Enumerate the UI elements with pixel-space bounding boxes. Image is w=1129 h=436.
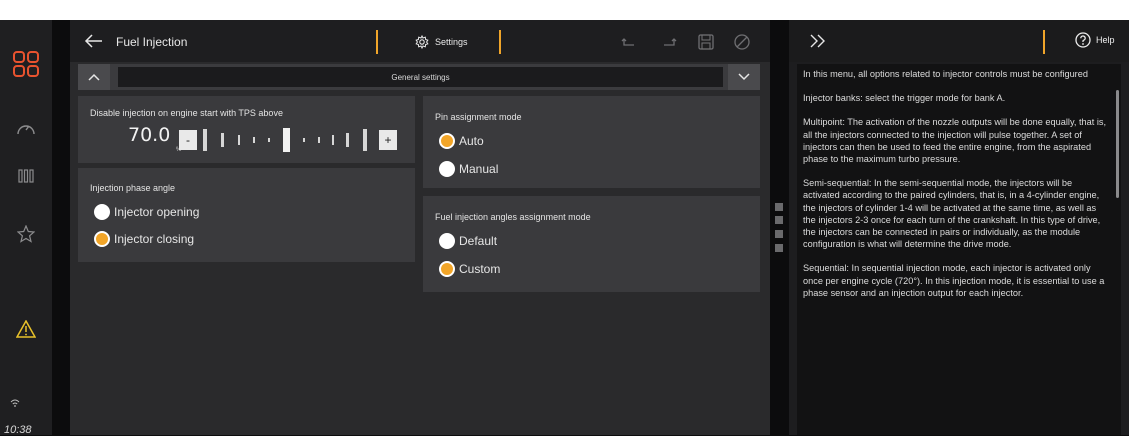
- chevron-up-icon: [88, 73, 100, 81]
- general-settings-label: General settings: [118, 67, 723, 87]
- decrement-button[interactable]: -: [179, 130, 197, 150]
- header-divider: [1043, 30, 1045, 54]
- slider-tick: [238, 135, 240, 145]
- help-panel: Help In this menu, all options related t…: [789, 20, 1129, 435]
- slider-tick: [346, 133, 349, 147]
- page-indicator[interactable]: [775, 230, 783, 238]
- phase-angle-title: Injection phase angle: [90, 183, 176, 193]
- radio-button: [439, 261, 455, 277]
- slider-tick: [318, 137, 320, 143]
- expand-button[interactable]: [728, 64, 760, 90]
- general-settings-bar: General settings: [78, 64, 760, 90]
- dashboard-grid-icon[interactable]: [0, 51, 52, 77]
- settings-button[interactable]: Settings: [415, 32, 468, 52]
- cancel-icon[interactable]: [733, 33, 751, 51]
- slider-tick: [332, 135, 334, 145]
- double-chevron-right-icon[interactable]: [809, 33, 827, 49]
- radio-label: Custom: [459, 262, 501, 276]
- help-paragraph: Multipoint: The activation of the nozzle…: [803, 117, 1107, 165]
- side-navigation: [0, 20, 52, 435]
- help-header: Help: [789, 20, 1129, 62]
- header-divider: [376, 30, 378, 54]
- chevron-down-icon: [738, 73, 750, 81]
- help-content: In this menu, all options related to inj…: [797, 64, 1121, 435]
- slider-tick: [253, 137, 255, 143]
- settings-label: Settings: [435, 37, 468, 47]
- radio-label: Auto: [459, 134, 484, 148]
- save-icon[interactable]: [697, 33, 715, 51]
- slider-tick: [268, 138, 270, 142]
- star-icon[interactable]: [0, 225, 52, 243]
- back-arrow-icon[interactable]: [84, 32, 104, 50]
- main-header: Fuel Injection Settings: [70, 20, 770, 62]
- radio-button: [439, 133, 455, 149]
- pin-assignment-title: Pin assignment mode: [435, 112, 522, 122]
- help-paragraph: Sequential: In sequential injection mode…: [803, 263, 1105, 298]
- tps-value[interactable]: 70.0: [128, 124, 170, 146]
- top-bar: [0, 0, 1129, 20]
- header-divider: [499, 30, 501, 54]
- increment-button[interactable]: +: [379, 130, 397, 150]
- angles-assignment-card: Fuel injection angles assignment mode De…: [423, 196, 760, 292]
- slider-tick: [363, 129, 367, 151]
- pin-assignment-card: Pin assignment mode Auto Manual: [423, 96, 760, 188]
- collapse-button[interactable]: [78, 64, 110, 90]
- page-title: Fuel Injection: [116, 35, 188, 49]
- slider-tick: [203, 129, 207, 151]
- radio-manual[interactable]: Manual: [439, 161, 498, 177]
- slider-handle[interactable]: [283, 128, 290, 152]
- radio-label: Default: [459, 234, 498, 248]
- angles-assignment-title: Fuel injection angles assignment mode: [435, 212, 591, 222]
- bars-icon[interactable]: [0, 168, 52, 184]
- scrollbar[interactable]: [1116, 90, 1119, 198]
- question-circle-icon: [1075, 32, 1091, 48]
- tps-card: Disable injection on engine start with T…: [78, 96, 415, 163]
- help-button[interactable]: Help: [1075, 32, 1115, 48]
- radio-label: Manual: [459, 162, 499, 176]
- radio-injector-opening[interactable]: Injector opening: [94, 204, 199, 220]
- radio-label: Injector closing: [114, 232, 195, 246]
- help-paragraph: Semi-sequential: In the semi-sequential …: [803, 178, 1101, 250]
- slider-tick: [221, 133, 224, 147]
- slider-tick: [303, 138, 305, 142]
- redo-icon[interactable]: [660, 33, 678, 51]
- radio-button: [439, 161, 455, 177]
- undo-icon[interactable]: [620, 33, 638, 51]
- radio-label: Injector opening: [114, 205, 200, 219]
- wifi-icon: [10, 394, 20, 412]
- radio-default[interactable]: Default: [439, 233, 497, 249]
- radio-custom[interactable]: Custom: [439, 261, 500, 277]
- phase-angle-card: Injection phase angle Injector opening I…: [78, 168, 415, 262]
- gear-icon: [415, 35, 429, 49]
- help-label: Help: [1096, 35, 1115, 45]
- tps-title: Disable injection on engine start with T…: [90, 108, 283, 118]
- help-paragraph: In this menu, all options related to inj…: [803, 69, 1088, 79]
- radio-button: [94, 231, 110, 247]
- page-indicator[interactable]: [775, 216, 783, 224]
- warning-icon[interactable]: [0, 320, 52, 338]
- clock: 10:38: [4, 424, 32, 436]
- radio-auto[interactable]: Auto: [439, 133, 484, 149]
- radio-button: [94, 204, 110, 220]
- radio-injector-closing[interactable]: Injector closing: [94, 231, 194, 247]
- radio-button: [439, 233, 455, 249]
- page-indicator[interactable]: [775, 203, 783, 211]
- gauge-icon[interactable]: [0, 120, 52, 136]
- help-text: In this menu, all options related to inj…: [803, 68, 1109, 311]
- page-indicator[interactable]: [775, 244, 783, 252]
- main-panel: Fuel Injection Settings General settings…: [70, 20, 770, 435]
- help-paragraph: Injector banks: select the trigger mode …: [803, 93, 1006, 104]
